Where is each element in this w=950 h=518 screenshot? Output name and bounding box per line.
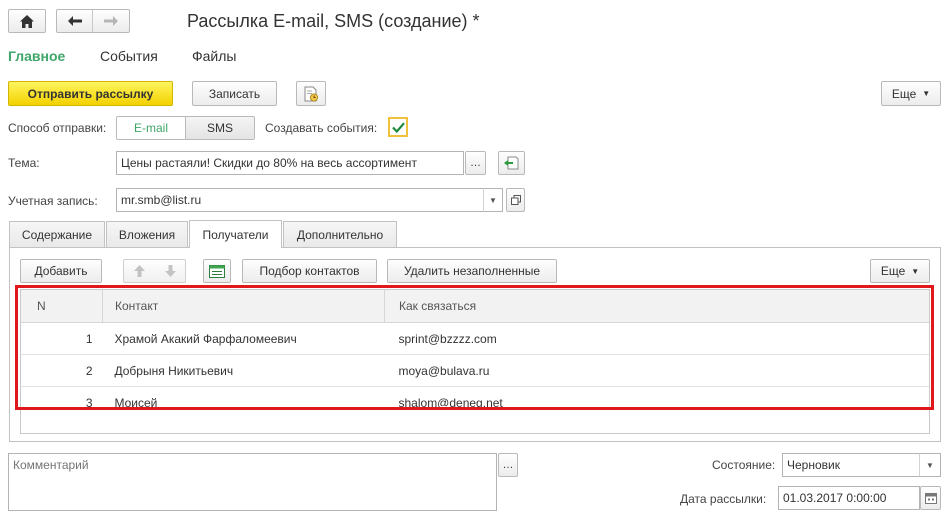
move-down-button[interactable] bbox=[155, 260, 186, 282]
arrow-up-icon bbox=[134, 265, 145, 277]
home-icon bbox=[20, 14, 34, 28]
subject-label: Тема: bbox=[8, 156, 40, 170]
status-dropdown-button[interactable]: ▼ bbox=[919, 453, 941, 477]
insert-template-icon bbox=[504, 156, 519, 170]
row-how: sprint@bzzzz.com bbox=[384, 322, 929, 355]
send-method-email[interactable]: E-mail bbox=[117, 117, 186, 139]
send-method-label: Способ отправки: bbox=[8, 121, 107, 135]
column-header-contact[interactable]: Контакт bbox=[102, 290, 385, 323]
row-how: moya@bulava.ru bbox=[384, 354, 929, 387]
pick-contacts-button[interactable]: Подбор контактов bbox=[242, 259, 377, 283]
row-number: 3 bbox=[21, 386, 103, 418]
send-method-switch: E-mail SMS bbox=[116, 116, 255, 140]
save-button[interactable]: Записать bbox=[192, 81, 277, 106]
back-button[interactable] bbox=[57, 10, 93, 32]
tab-content[interactable]: Содержание bbox=[9, 221, 105, 247]
subject-template-button[interactable] bbox=[498, 151, 525, 175]
more-button-label: Еще bbox=[891, 86, 917, 101]
window-title: Рассылка E-mail, SMS (создание) * bbox=[187, 11, 480, 31]
comment-input[interactable] bbox=[8, 453, 497, 511]
recipients-more-label: Еще bbox=[880, 264, 906, 278]
report-button[interactable] bbox=[296, 81, 326, 106]
table-row[interactable]: 2 Добрыня Никитьевич moya@bulava.ru bbox=[21, 354, 929, 387]
table-row[interactable]: 1 Храмой Акакий Фарфаломеевич sprint@bzz… bbox=[21, 322, 929, 355]
ellipsis-icon: … bbox=[502, 459, 514, 471]
open-window-icon bbox=[510, 195, 521, 205]
arrow-down-icon bbox=[165, 265, 176, 277]
account-input[interactable]: mr.smb@list.ru bbox=[116, 188, 484, 212]
comment-expand-button[interactable]: … bbox=[498, 453, 518, 477]
recipients-table: N Контакт Как связаться 1 Храмой Акакий … bbox=[21, 290, 929, 418]
row-contact: Моисей bbox=[102, 386, 385, 418]
table-header-row: N Контакт Как связаться bbox=[21, 290, 929, 323]
grid-settings-icon bbox=[209, 264, 225, 278]
date-input[interactable]: 01.03.2017 0:00:00 bbox=[778, 486, 920, 510]
home-button[interactable] bbox=[8, 9, 46, 33]
recipients-more-button[interactable]: Еще ▼ bbox=[870, 259, 930, 283]
date-label: Дата рассылки: bbox=[680, 492, 767, 506]
status-select[interactable]: Черновик bbox=[782, 453, 920, 477]
move-up-button[interactable] bbox=[124, 260, 155, 282]
add-recipient-button[interactable]: Добавить bbox=[20, 259, 102, 283]
status-label: Состояние: bbox=[712, 458, 776, 472]
subject-select-button[interactable]: … bbox=[465, 151, 486, 175]
row-contact: Добрыня Никитьевич bbox=[102, 354, 385, 387]
column-header-how[interactable]: Как связаться bbox=[384, 290, 929, 323]
remove-empty-button[interactable]: Удалить незаполненные bbox=[387, 259, 557, 283]
table-row[interactable]: 3 Моисей shalom@deneg.net bbox=[21, 386, 929, 418]
caret-down-icon: ▼ bbox=[926, 460, 934, 470]
account-open-button[interactable] bbox=[506, 188, 525, 212]
ellipsis-icon: … bbox=[470, 157, 481, 169]
forward-button[interactable] bbox=[93, 10, 129, 32]
nav-main[interactable]: Главное bbox=[8, 48, 65, 64]
caret-down-icon: ▼ bbox=[922, 89, 931, 98]
row-number: 2 bbox=[21, 354, 103, 387]
arrow-right-icon bbox=[104, 16, 118, 26]
create-events-checkbox[interactable] bbox=[388, 117, 408, 137]
calendar-icon bbox=[924, 493, 937, 504]
account-dropdown-button[interactable]: ▼ bbox=[483, 188, 503, 212]
tab-additional[interactable]: Дополнительно bbox=[283, 221, 397, 247]
nav-files[interactable]: Файлы bbox=[192, 48, 236, 64]
send-mailing-button[interactable]: Отправить рассылку bbox=[8, 81, 173, 106]
row-contact: Храмой Акакий Фарфаломеевич bbox=[102, 322, 385, 355]
row-number: 1 bbox=[21, 322, 103, 355]
history-nav-group bbox=[56, 9, 130, 33]
column-header-n[interactable]: N bbox=[21, 290, 103, 323]
recipients-table-container: N Контакт Как связаться 1 Храмой Акакий … bbox=[20, 289, 930, 434]
arrow-left-icon bbox=[67, 16, 82, 26]
table-settings-button[interactable] bbox=[203, 259, 231, 283]
calendar-button[interactable] bbox=[920, 486, 941, 510]
send-method-sms[interactable]: SMS bbox=[186, 117, 254, 139]
nav-events[interactable]: События bbox=[100, 48, 158, 64]
more-button[interactable]: Еще ▼ bbox=[881, 81, 941, 106]
checkmark-icon bbox=[391, 121, 405, 133]
tab-attachments[interactable]: Вложения bbox=[106, 221, 188, 247]
create-events-label: Создавать события: bbox=[265, 121, 378, 135]
caret-down-icon: ▼ bbox=[911, 266, 920, 276]
caret-down-icon: ▼ bbox=[489, 195, 497, 205]
move-buttons-group bbox=[123, 259, 186, 283]
tab-recipients[interactable]: Получатели bbox=[189, 220, 282, 248]
account-label: Учетная запись: bbox=[8, 194, 98, 208]
row-how: shalom@deneg.net bbox=[384, 386, 929, 418]
subject-input[interactable]: Цены растаяли! Скидки до 80% на весь асс… bbox=[116, 151, 464, 175]
document-clock-icon bbox=[304, 86, 318, 101]
